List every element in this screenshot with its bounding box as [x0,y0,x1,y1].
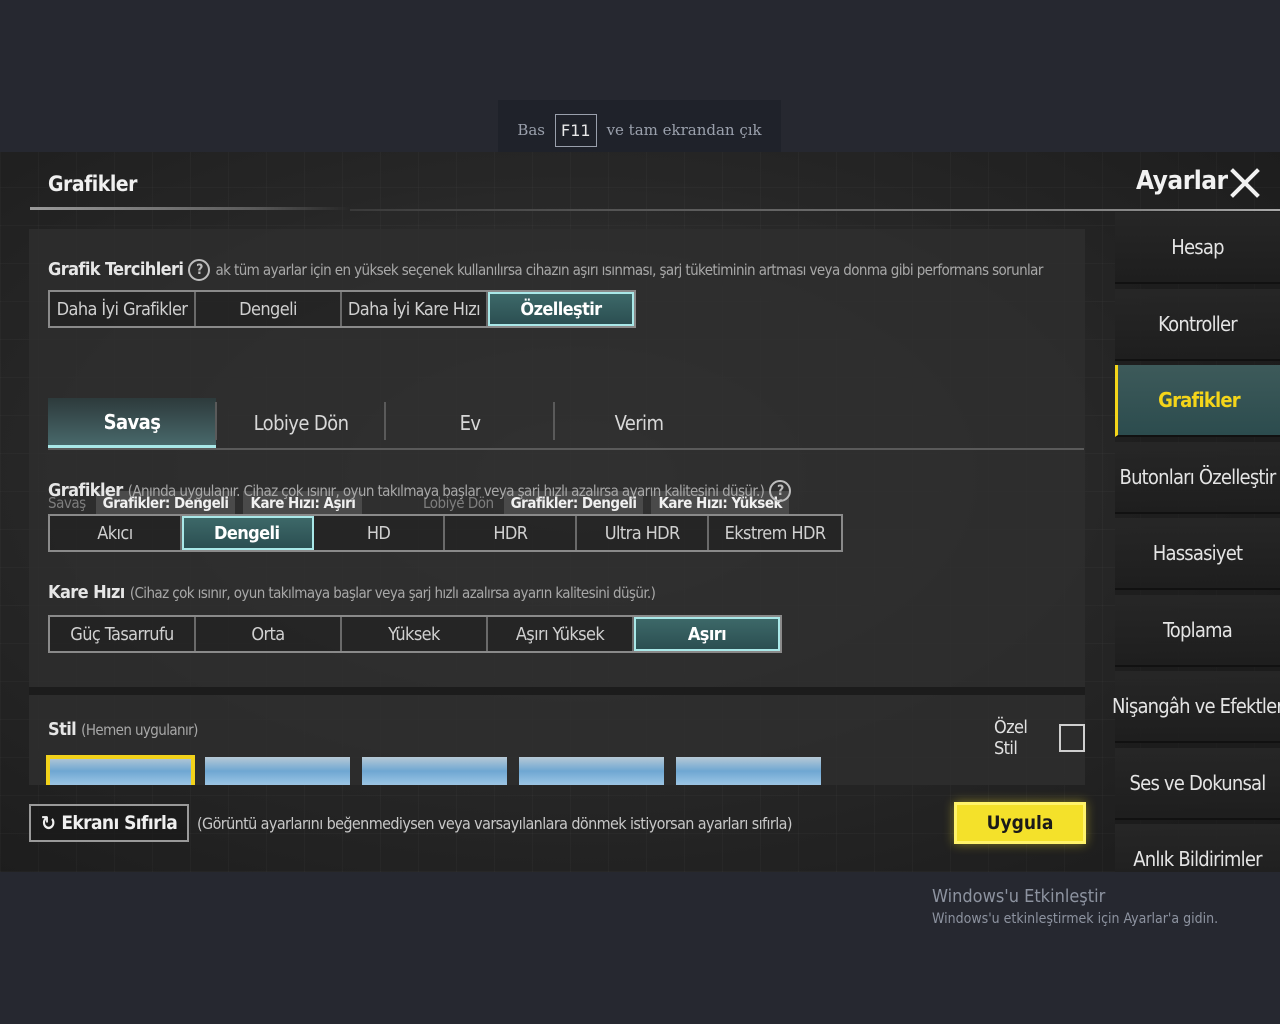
mode-tab[interactable]: Lobiye Dön [217,398,385,448]
graphics-settings-panel: Grafik Tercihleri ? ak tüm ayarlar için … [29,229,1085,687]
tab-separator [215,402,217,440]
reset-screen-button[interactable]: ↻ Ekranı Sıfırla [29,804,189,842]
style-thumbnail[interactable] [362,757,507,785]
title-underline [30,207,350,210]
sidebar-item[interactable]: Kontroller [1115,288,1280,361]
graphics-quality-option[interactable]: Dengeli [181,516,314,550]
sidebar-item[interactable]: Hassasiyet [1115,518,1280,590]
frame-rate-option[interactable]: Aşırı [634,617,780,651]
header-rule [350,209,1280,211]
custom-style-label: Özel Stil [994,717,1028,759]
graphics-quality-option[interactable]: Akıcı [50,516,182,550]
f11-key: F11 [555,113,597,147]
windows-activation-title: Windows'u Etkinleştir [932,886,1106,907]
reset-hint: (Görüntü ayarlarını beğenmediysen veya v… [197,814,792,833]
tab-separator [384,402,386,440]
graphics-quality-title: Grafikler [48,480,123,501]
help-icon[interactable]: ? [769,480,792,502]
sidebar-item[interactable]: Nişangâh ve Efektler [1112,671,1280,743]
help-icon[interactable]: ? [188,259,211,281]
frame-rate-option[interactable]: Aşırı Yüksek [488,617,634,651]
section-divider [29,687,1085,695]
frame-rate-heading: Kare Hızı (Cihaz çok ısınır, oyun takılm… [48,582,656,603]
custom-style-toggle: Özel Stil [994,717,1085,759]
reset-button-label: Ekranı Sıfırla [61,812,178,834]
frame-rate-description: (Cihaz çok ısınır, oyun takılmaya başlar… [129,584,656,602]
graphics-preference-option[interactable]: Özelleştir [488,292,634,326]
frame-rate-title: Kare Hızı [48,582,125,603]
reset-icon: ↻ [40,811,56,835]
style-thumbnails [46,755,821,785]
sidebar-item[interactable]: Ses ve Dokunsal [1115,747,1280,820]
style-thumbnail[interactable] [46,755,195,785]
style-thumbnail[interactable] [676,757,821,785]
frame-rate-option[interactable]: Güç Tasarrufu [50,617,196,651]
custom-style-checkbox[interactable] [1058,724,1085,752]
graphics-preference-option[interactable]: Daha İyi Grafikler [50,292,196,326]
settings-sidebar: Hesap Kontroller Grafikler Butonları Özelle… [1112,212,1280,872]
graphics-preferences-title: Grafik Tercihleri [48,259,184,280]
style-heading: Stil (Hemen uygulanır) [48,719,198,740]
sidebar-item[interactable]: Grafikler [1115,365,1280,437]
graphics-preference-option[interactable]: Dengeli [196,292,342,326]
style-title: Stil [48,719,77,740]
style-panel: Stil (Hemen uygulanır) Özel Stil [29,695,1085,785]
graphics-preference-selector: Daha İyi Grafikler Dengeli Daha İyi Kare H… [48,290,636,328]
style-description: (Hemen uygulanır) [81,721,198,739]
mode-tabs: Savaş Lobiye Dön Ev Verim [48,398,1084,450]
banner-suffix: ve tam ekrandan çık [606,121,762,139]
bottom-bar: ↻ Ekranı Sıfırla (Görüntü ayarlarını beğ… [29,802,1089,846]
settings-title: Ayarlar [1136,166,1228,196]
graphics-quality-heading: Grafikler (Anında uygulanır. Cihaz çok ı… [48,480,792,502]
banner-prefix: Bas [517,121,545,139]
style-thumbnail[interactable] [519,757,664,785]
sidebar-item[interactable]: Hesap [1115,212,1280,284]
graphics-quality-selector: Akıcı Dengeli HD HDR Ultra HDR Ekstrem HDR [48,514,843,552]
mode-tab[interactable]: Ev [386,398,554,448]
graphics-quality-description: (Anında uygulanır. Cihaz çok ısınır, oyu… [127,482,765,500]
mode-tab[interactable]: Savaş [48,398,216,448]
windows-activation-watermark: Windows'u Etkinleştir Windows'u etkinleş… [932,886,1218,927]
style-thumbnail[interactable] [205,757,350,785]
frame-rate-option[interactable]: Orta [196,617,342,651]
graphics-quality-option[interactable]: HDR [445,516,578,550]
close-icon[interactable] [1228,166,1262,200]
graphics-preferences-heading: Grafik Tercihleri ? ak tüm ayarlar için … [48,259,1078,281]
fullscreen-exit-banner: Bas F11 ve tam ekrandan çık [498,100,781,160]
graphics-preferences-description: ak tüm ayarlar için en yüksek seçenek ku… [215,261,1043,279]
frame-rate-option[interactable]: Yüksek [342,617,488,651]
graphics-quality-option[interactable]: Ultra HDR [577,516,710,550]
graphics-quality-option[interactable]: HD [314,516,446,550]
apply-button[interactable]: Uygula [954,802,1086,844]
page-title: Grafikler [48,172,137,196]
sidebar-item[interactable]: Toplama [1115,594,1280,667]
tab-separator [553,402,555,440]
game-window: Grafikler Ayarlar Grafik Tercihleri ? ak… [0,152,1280,872]
sidebar-item[interactable]: Anlık Bildirimler [1115,824,1280,872]
graphics-preference-option[interactable]: Daha İyi Kare Hızı [342,292,488,326]
graphics-quality-option[interactable]: Ekstrem HDR [709,516,841,550]
frame-rate-selector: Güç Tasarrufu Orta Yüksek Aşırı Yüksek Aşırı [48,615,782,653]
mode-tab[interactable]: Verim [555,398,723,448]
tabs-underline [48,448,1084,450]
sidebar-item[interactable]: Butonları Özelleştir [1115,441,1280,514]
windows-activation-subtitle: Windows'u etkinleştirmek için Ayarlar'a … [932,911,1219,927]
